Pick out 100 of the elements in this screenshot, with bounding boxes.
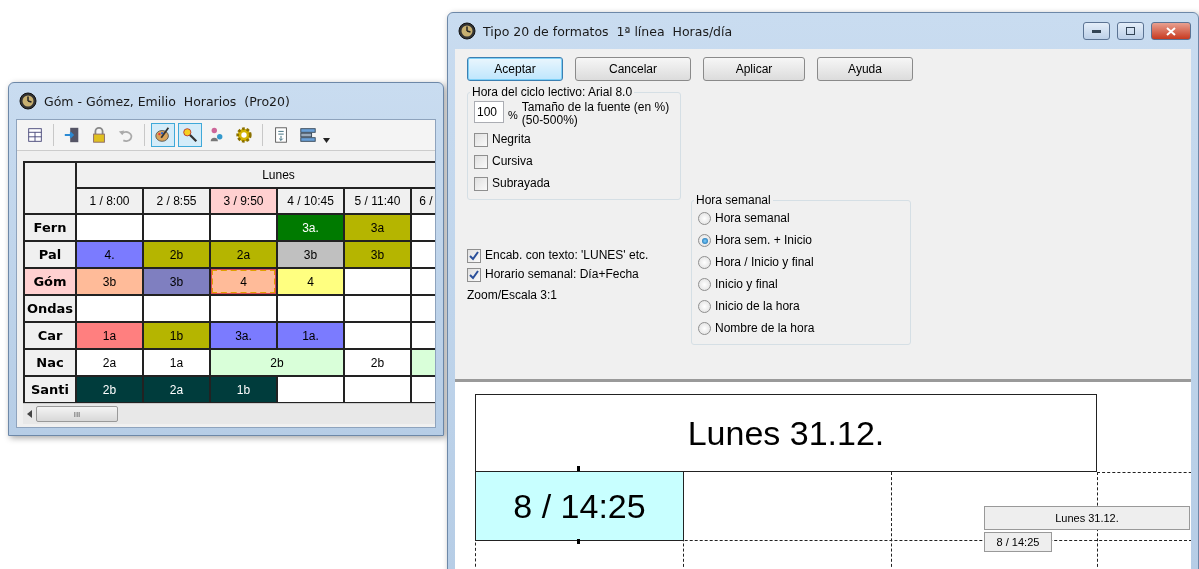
checkbox[interactable] xyxy=(467,248,481,263)
dialog-button[interactable]: Aplicar xyxy=(703,57,805,81)
lesson-cell[interactable]: 3a. xyxy=(211,323,276,348)
toolbar-button[interactable] xyxy=(151,123,175,147)
lesson-cell[interactable]: 1a xyxy=(77,323,142,348)
lesson-cell[interactable]: 2b xyxy=(345,350,410,375)
period-header[interactable]: 2 / 8:55 xyxy=(144,189,209,213)
day-header-preview: Lunes 31.12. xyxy=(475,394,1097,472)
lesson-cell[interactable]: 1a xyxy=(144,350,209,375)
lesson-cell[interactable] xyxy=(412,350,435,375)
lesson-cell[interactable] xyxy=(278,296,343,321)
dialog-button[interactable]: Aceptar xyxy=(467,57,563,81)
checkbox-label: Negrita xyxy=(492,133,531,146)
lesson-cell[interactable]: 2a xyxy=(144,377,209,402)
teacher-header[interactable]: Fern xyxy=(25,215,75,240)
period-header[interactable]: 3 / 9:50 xyxy=(211,189,276,213)
palette-icon xyxy=(154,126,172,144)
checkbox[interactable] xyxy=(474,132,488,147)
lesson-cell[interactable]: 3b xyxy=(345,242,410,267)
minimize-button[interactable] xyxy=(1083,22,1110,40)
lesson-cell[interactable]: 3b xyxy=(144,269,209,294)
lesson-cell[interactable]: 3a xyxy=(345,215,410,240)
lesson-cell[interactable]: 4 xyxy=(211,269,276,294)
zoom-label: Zoom/Escala 3:1 xyxy=(467,288,559,302)
lesson-cell[interactable]: 1b xyxy=(211,377,276,402)
lesson-cell[interactable]: 1b xyxy=(144,323,209,348)
radio-button[interactable] xyxy=(698,278,711,291)
lesson-cell[interactable] xyxy=(345,377,410,402)
group-legend: Hora del ciclo lectivo: Arial 8.0 xyxy=(470,85,635,99)
resize-handle[interactable] xyxy=(577,466,580,471)
lesson-cell[interactable]: 3a. xyxy=(278,215,343,240)
radio-button[interactable] xyxy=(698,322,711,335)
teacher-header[interactable]: Nac xyxy=(25,350,75,375)
teacher-header[interactable]: Santi xyxy=(25,377,75,402)
window-title: Góm - Gómez, Emilio Horarios (Pro20) xyxy=(44,93,290,109)
lesson-cell[interactable] xyxy=(278,377,343,402)
clock-icon xyxy=(458,22,476,40)
lesson-cell[interactable] xyxy=(412,269,435,294)
checkbox[interactable] xyxy=(474,154,488,169)
caret-icon[interactable] xyxy=(323,137,330,143)
teacher-header[interactable]: Góm xyxy=(25,269,75,294)
close-button[interactable] xyxy=(1151,22,1191,40)
radio-label: Inicio y final xyxy=(715,278,778,291)
teacher-header[interactable]: Car xyxy=(25,323,75,348)
teacher-header[interactable]: Ondas xyxy=(25,296,75,321)
dialog-button[interactable]: Cancelar xyxy=(575,57,691,81)
period-header[interactable]: 4 / 10:45 xyxy=(278,189,343,213)
lesson-cell[interactable] xyxy=(77,215,142,240)
lesson-cell[interactable]: 4. xyxy=(77,242,142,267)
lesson-cell[interactable] xyxy=(412,323,435,348)
scroll-left-icon[interactable] xyxy=(27,410,32,418)
radio-button[interactable] xyxy=(698,212,711,225)
dialog-button[interactable]: Ayuda xyxy=(817,57,913,81)
close-icon xyxy=(1166,26,1176,36)
lesson-cell[interactable] xyxy=(345,296,410,321)
lesson-cell[interactable] xyxy=(211,296,276,321)
lesson-cell[interactable]: 3b xyxy=(278,242,343,267)
resize-handle[interactable] xyxy=(577,539,580,544)
day-header-thumbnail: Lunes 31.12. xyxy=(984,506,1190,530)
lesson-cell[interactable]: 2b xyxy=(211,350,343,375)
lesson-cell[interactable] xyxy=(345,269,410,294)
lesson-cell[interactable]: 2b xyxy=(144,242,209,267)
period-header[interactable]: 1 / 8:00 xyxy=(77,189,142,213)
group-legend: Hora semanal xyxy=(694,193,773,207)
lesson-cell[interactable] xyxy=(144,296,209,321)
size-input[interactable]: 100 xyxy=(474,101,504,123)
period-header[interactable]: 6 / xyxy=(412,189,435,213)
lesson-cell[interactable] xyxy=(412,242,435,267)
scrollbar-thumb[interactable]: III xyxy=(36,406,118,422)
teacher-header[interactable]: Pal xyxy=(25,242,75,267)
maximize-button[interactable] xyxy=(1117,22,1144,40)
dialog-title: Tipo 20 de formatos 1ª línea Horas/día xyxy=(483,23,733,39)
lesson-cell[interactable]: 2a xyxy=(77,350,142,375)
period-header[interactable]: 5 / 11:40 xyxy=(345,189,410,213)
radio-label: Hora sem. + Inicio xyxy=(715,234,813,247)
gear-icon xyxy=(235,126,253,144)
lesson-cell[interactable]: 2b xyxy=(77,377,142,402)
checkbox[interactable] xyxy=(474,176,488,191)
lesson-cell[interactable]: 3b xyxy=(77,269,142,294)
lesson-cell[interactable] xyxy=(412,215,435,240)
radio-button[interactable] xyxy=(698,234,711,247)
lesson-cell[interactable] xyxy=(412,377,435,402)
lesson-cell[interactable]: 2a xyxy=(211,242,276,267)
lesson-cell[interactable] xyxy=(77,296,142,321)
grid-icon xyxy=(26,126,44,144)
lesson-cell[interactable] xyxy=(211,215,276,240)
lesson-cell[interactable]: 4 xyxy=(278,269,343,294)
toolbar-button[interactable] xyxy=(178,123,202,147)
lesson-cell[interactable] xyxy=(412,296,435,321)
lesson-cell[interactable] xyxy=(345,323,410,348)
checkbox-label: Encab. con texto: 'LUNES' etc. xyxy=(485,249,649,262)
radio-button[interactable] xyxy=(698,256,711,269)
lock-icon xyxy=(90,126,108,144)
clock-icon xyxy=(19,92,37,110)
checkbox[interactable] xyxy=(467,267,481,282)
lesson-cell[interactable] xyxy=(144,215,209,240)
radio-label: Hora semanal xyxy=(715,212,790,225)
lesson-cell[interactable]: 1a. xyxy=(278,323,343,348)
radio-button[interactable] xyxy=(698,300,711,313)
period-preview: 8 / 14:25 xyxy=(475,471,684,541)
